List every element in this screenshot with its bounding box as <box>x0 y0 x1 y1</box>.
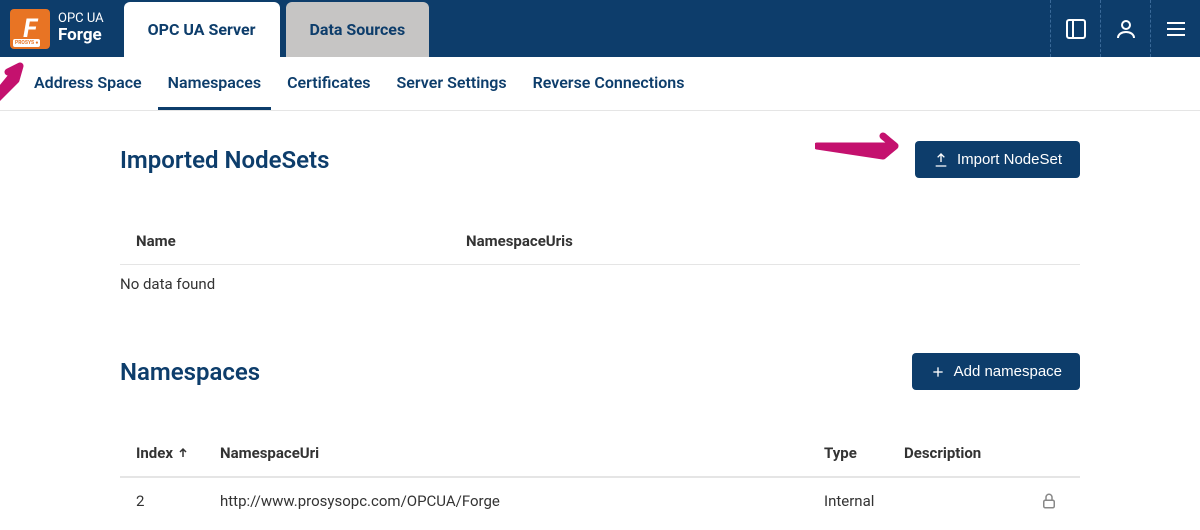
add-namespace-button[interactable]: Add namespace <box>912 353 1080 390</box>
namespaces-title: Namespaces <box>120 358 260 386</box>
upload-icon <box>933 152 949 168</box>
tab-data-sources[interactable]: Data Sources <box>286 2 430 57</box>
sort-asc-icon <box>177 447 189 459</box>
user-icon <box>1114 17 1138 41</box>
app-name-line1: OPC UA <box>58 12 104 26</box>
subtab-certificates[interactable]: Certificates <box>277 57 380 110</box>
import-nodeset-label: Import NodeSet <box>957 151 1062 168</box>
subtab-server-settings[interactable]: Server Settings <box>387 57 517 110</box>
cell-type: Internal <box>824 492 904 510</box>
col-type-header[interactable]: Type <box>824 444 904 462</box>
logo-vendor-badge: PROSYS ● <box>13 39 40 47</box>
plus-icon <box>930 364 946 380</box>
add-namespace-label: Add namespace <box>954 363 1062 380</box>
namespaces-header: Namespaces Add namespace <box>120 353 1080 390</box>
annotation-arrow-2 <box>815 129 910 168</box>
col-desc-header[interactable]: Description <box>904 444 1034 462</box>
namespaces-section: Namespaces Add namespace Index Namespace… <box>120 353 1080 524</box>
imported-nodesets-table: Name NamespaceUris No data found <box>120 218 1080 303</box>
table-header-row: Name NamespaceUris <box>120 218 1080 265</box>
subtab-namespaces[interactable]: Namespaces <box>158 57 271 110</box>
layout-icon-button[interactable] <box>1050 0 1100 57</box>
cell-desc <box>904 492 1034 510</box>
col-nsuris-header[interactable]: NamespaceUris <box>466 232 1064 250</box>
table-row[interactable]: 2 http://www.prosysopc.com/OPCUA/Forge I… <box>120 477 1080 524</box>
subtab-reverse-connections[interactable]: Reverse Connections <box>523 57 695 110</box>
header-actions <box>1050 0 1200 57</box>
ns-table-header-row: Index NamespaceUri Type Description <box>120 430 1080 477</box>
content-area: Imported NodeSets Import NodeSet Name Na… <box>0 111 1200 524</box>
hamburger-icon <box>1164 17 1188 41</box>
no-data-message: No data found <box>120 265 1080 303</box>
col-name-header[interactable]: Name <box>136 232 466 250</box>
app-name-line2: Forge <box>58 26 104 45</box>
lock-icon <box>1040 492 1058 510</box>
logo-block: F PROSYS ● OPC UA Forge <box>10 9 104 49</box>
subtab-address-space[interactable]: Address Space <box>24 57 152 110</box>
col-index-label: Index <box>136 444 173 462</box>
cell-index: 2 <box>136 492 220 510</box>
namespaces-table: Index NamespaceUri Type Description 2 ht… <box>120 430 1080 524</box>
imported-nodesets-title: Imported NodeSets <box>120 146 329 174</box>
user-icon-button[interactable] <box>1100 0 1150 57</box>
col-index-header[interactable]: Index <box>136 444 220 462</box>
cell-lock <box>1034 492 1064 510</box>
layout-icon <box>1064 17 1088 41</box>
tab-opcua-server[interactable]: OPC UA Server <box>124 2 280 57</box>
cell-nsuri: http://www.prosysopc.com/OPCUA/Forge <box>220 492 824 510</box>
app-header: F PROSYS ● OPC UA Forge OPC UA Server Da… <box>0 0 1200 57</box>
imported-nodesets-header: Imported NodeSets Import NodeSet <box>120 141 1080 178</box>
app-logo-text: OPC UA Forge <box>58 12 104 45</box>
app-logo: F PROSYS ● <box>10 9 50 49</box>
col-lock-header <box>1034 444 1064 462</box>
main-tabs: OPC UA Server Data Sources <box>124 0 436 57</box>
sub-tabs: Address Space Namespaces Certificates Se… <box>0 57 1200 111</box>
menu-icon-button[interactable] <box>1150 0 1200 57</box>
import-nodeset-button[interactable]: Import NodeSet <box>915 141 1080 178</box>
col-nsuri-header[interactable]: NamespaceUri <box>220 444 824 462</box>
